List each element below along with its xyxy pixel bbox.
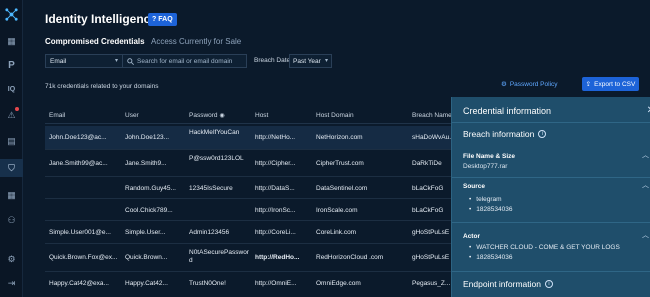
gear-icon: ⚙ — [501, 81, 507, 88]
file-name-value: Desktop777.rar — [463, 163, 508, 170]
cell-email: Quick.Brown.Fox@ex... — [49, 254, 118, 261]
endpoint-info-heading: Endpoint information i — [463, 279, 553, 289]
chevron-up-icon[interactable]: ︿ — [642, 150, 649, 160]
iq-icon[interactable]: IQ — [0, 80, 23, 98]
cell-host: http://OmniE... — [255, 280, 297, 287]
shield-icon[interactable]: ⛉ — [0, 159, 23, 177]
chart-icon[interactable]: ▤ — [0, 132, 23, 150]
divider — [452, 122, 650, 123]
cell-user: Quick.Brown... — [125, 254, 168, 261]
settings-icon[interactable]: ⚙ — [0, 250, 23, 268]
chevron-down-icon: ▾ — [114, 58, 118, 64]
cell-host-domain: DataSentinel.com — [316, 185, 368, 192]
info-icon[interactable]: i — [544, 280, 553, 288]
column-header-password[interactable]: Password ◉ — [189, 112, 225, 119]
actor-label: Actor — [463, 233, 480, 240]
column-header-email[interactable]: Email — [49, 112, 65, 119]
file-name-label: File Name & Size — [463, 153, 516, 160]
breach-date-label: Breach Date: — [254, 57, 292, 64]
credential-info-panel: Credential information ✕ Breach informat… — [451, 97, 650, 297]
divider — [452, 222, 650, 223]
cell-host-domain: CipherTrust.com — [316, 160, 364, 167]
search-input[interactable]: Search for email or email domain — [123, 54, 247, 68]
user-group-icon[interactable]: ⚇ — [0, 211, 23, 229]
cell-user: Random.Guy45... — [125, 185, 176, 192]
cell-user: Simple.User... — [125, 229, 166, 236]
cell-host: http://DataS... — [255, 185, 295, 192]
source-item: 1828534036 — [469, 206, 512, 213]
column-header-breach-name[interactable]: Breach Name — [412, 112, 452, 119]
cell-host-domain: CoreLink.com — [316, 229, 357, 236]
notification-dot — [15, 107, 19, 111]
help-icon: ? — [152, 16, 157, 23]
export-csv-button[interactable]: ⇪ Export to CSV — [582, 77, 639, 91]
cell-email: Happy.Cat42@exa... — [49, 280, 109, 287]
source-item: telegram — [469, 196, 501, 203]
alert-icon[interactable]: ⚠ — [0, 106, 23, 124]
chevron-down-icon: ▾ — [324, 58, 328, 64]
cell-breach-name: bLaCkFoG — [412, 207, 444, 214]
cell-email: John.Doe123@ac... — [49, 134, 107, 141]
column-header-host-domain[interactable]: Host Domain — [316, 112, 354, 119]
password-policy-link[interactable]: ⚙ Password Policy — [501, 80, 558, 89]
cell-password: Admin123456 — [189, 229, 230, 236]
divider — [452, 271, 650, 272]
cell-password: N0tASecurePassword — [189, 249, 249, 264]
main-content: Identity Intelligence ? FAQ Compromised … — [23, 0, 650, 297]
cell-user: Happy.Cat42... — [125, 280, 168, 287]
results-count: 71k credentials related to your domains — [45, 83, 159, 90]
search-icon — [127, 57, 134, 65]
cell-email: Simple.User001@e... — [49, 229, 111, 236]
breach-info-heading: Breach information i — [463, 129, 547, 139]
cell-email: Jane.Smith99@ac... — [49, 160, 108, 167]
cell-host-domain: OmniEdge.com — [316, 280, 361, 287]
cell-host: http://IronSc... — [255, 207, 296, 214]
cell-password: 12345IsSecure — [189, 185, 233, 192]
nav-rail: ▦ P IQ ⚠ ▤ ⛉ ▦ ⚇ ⚙ ⇥ — [0, 0, 23, 297]
cell-user: Jane.Smith9... — [125, 160, 167, 167]
eye-icon[interactable]: ◉ — [220, 112, 225, 119]
cell-host-domain: IronScale.com — [316, 207, 358, 214]
cell-host-domain: NetHorizon.com — [316, 134, 363, 141]
cell-password: HackMeIfYouCan — [189, 129, 240, 136]
cell-breach-name: Pegasus_Z... — [412, 280, 451, 287]
app-logo-icon[interactable] — [4, 7, 19, 22]
page-title: Identity Intelligence — [45, 12, 158, 26]
cell-host: http://RedHo... — [255, 254, 300, 261]
source-label: Source — [463, 183, 486, 190]
cell-host: http://NetHo... — [255, 134, 296, 141]
cell-breach-name: gHoStPuLsE — [412, 229, 450, 236]
logout-icon[interactable]: ⇥ — [0, 274, 23, 292]
cell-host: http://Cipher... — [255, 160, 296, 167]
p-icon[interactable]: P — [0, 56, 23, 74]
column-header-user[interactable]: User — [125, 112, 139, 119]
breach-date-select[interactable]: Past Year ▾ — [289, 54, 332, 68]
panel-title: Credential information — [463, 106, 552, 116]
grid-icon[interactable]: ▦ — [0, 186, 23, 204]
tab-compromised-credentials[interactable]: Compromised Credentials — [45, 37, 145, 46]
tab-access-for-sale[interactable]: Access Currently for Sale — [151, 37, 241, 46]
chevron-up-icon[interactable]: ︿ — [642, 230, 649, 240]
export-icon: ⇪ — [585, 81, 592, 88]
cell-password: P@ssw0rd123LOL — [189, 155, 244, 162]
cell-breach-name: bLaCkFoG — [412, 185, 444, 192]
cell-breach-name: DaRkTiDe — [412, 160, 442, 167]
cell-host-domain: RedHorizonCloud .com — [316, 254, 384, 261]
chevron-up-icon[interactable]: ︿ — [642, 180, 649, 190]
column-header-host[interactable]: Host — [255, 112, 268, 119]
cell-user: Cool.Chick789... — [125, 207, 173, 214]
cell-host: http://CoreLi... — [255, 229, 296, 236]
close-icon[interactable]: ✕ — [647, 105, 650, 116]
divider — [452, 177, 650, 178]
cell-breach-name: gHoStPuLsE — [412, 254, 450, 261]
cell-breach-name: sHaDoWvAu... — [412, 134, 455, 141]
actor-item: 1828534036 — [469, 254, 512, 261]
search-field-select[interactable]: Email ▾ — [45, 54, 123, 68]
actor-item: WATCHER CLOUD - COME & GET YOUR LOGS — [469, 244, 620, 251]
cell-user: John.Doe123... — [125, 134, 170, 141]
dashboard-icon[interactable]: ▦ — [0, 32, 23, 50]
faq-button[interactable]: ? FAQ — [148, 13, 177, 26]
cell-password: TrustN0One! — [189, 280, 226, 287]
info-icon[interactable]: i — [538, 130, 547, 138]
